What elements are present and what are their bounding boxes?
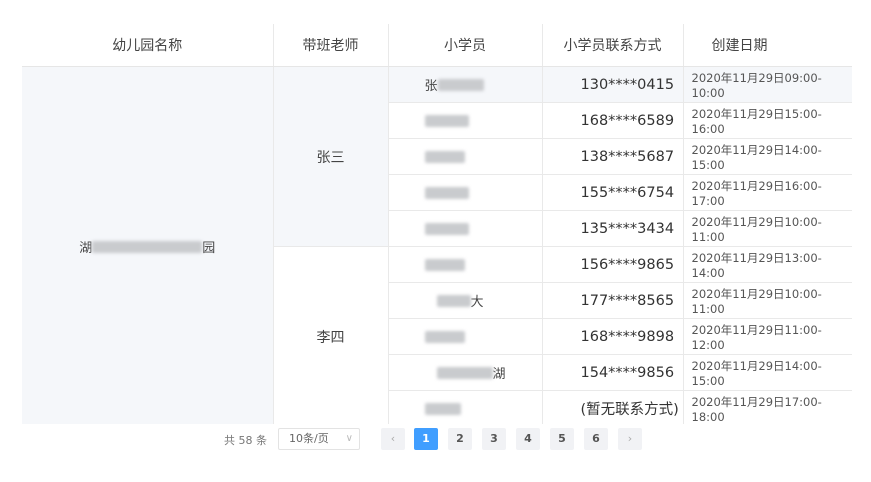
data-table-container: 幼儿园名称 带班老师 小学员 小学员联系方式 创建日期 湖园张三张 130****… [22,24,852,424]
pagination: 共 58 条 10条/页 ∨ ‹ 1 2 3 4 5 6 › [0,426,871,452]
created-date-cell: 2020年11月29日10:00-11:00 [683,282,852,319]
redacted-student-name [424,114,469,127]
student-phone-cell: 156****9865 [542,246,684,283]
page-button-6[interactable]: 6 [584,428,608,450]
student-phone-cell: 130****0415 [542,66,684,103]
redacted-student-name [424,186,469,199]
header-kindergarten[interactable]: 幼儿园名称 [22,24,274,67]
student-name-prefix: 张 [424,79,438,94]
created-date-cell: 2020年11月29日13:00-14:00 [683,246,852,283]
header-contact[interactable]: 小学员联系方式 [542,24,684,67]
student-name-cell [388,138,543,175]
student-table: 幼儿园名称 带班老师 小学员 小学员联系方式 创建日期 湖园张三张 130****… [22,24,852,424]
next-page-button[interactable]: › [618,428,642,450]
page-size-select[interactable]: 10条/页 ∨ [278,428,360,450]
redacted-student-name [436,294,471,307]
student-name-cell: 大 [388,282,543,319]
chevron-down-icon: ∨ [345,433,353,444]
kindergarten-name-suffix: 园 [202,241,216,256]
student-phone-cell: 138****5687 [542,138,684,175]
student-name-cell: 张 [388,66,543,103]
student-phone-cell: 155****6754 [542,174,684,211]
redacted-student-name [424,330,465,343]
page-button-5[interactable]: 5 [550,428,574,450]
kindergarten-name-cell: 湖园 [22,66,274,424]
student-phone-cell: 154****9856 [542,354,684,391]
created-date-cell: 2020年11月29日15:00-16:00 [683,102,852,139]
created-date-cell: 2020年11月29日11:00-12:00 [683,318,852,355]
header-created-date[interactable]: 创建日期 [683,24,852,67]
student-name-cell [388,174,543,211]
student-name-cell [388,210,543,247]
redacted-student-name [424,402,461,415]
prev-page-button[interactable]: ‹ [381,428,405,450]
created-date-cell: 2020年11月29日09:00-10:00 [683,66,852,103]
teacher-cell: 李四 [273,246,389,424]
redacted-kindergarten-name [92,240,203,253]
student-name-cell [388,390,543,424]
redacted-student-name [436,366,493,379]
teacher-cell: 张三 [273,66,389,247]
student-phone-cell: (暂无联系方式) [542,390,684,424]
created-date-cell: 2020年11月29日14:00-15:00 [683,354,852,391]
page-button-3[interactable]: 3 [482,428,506,450]
page-button-1[interactable]: 1 [414,428,438,450]
student-phone-cell: 135****3434 [542,210,684,247]
table-header-row: 幼儿园名称 带班老师 小学员 小学员联系方式 创建日期 [22,24,852,67]
table-body: 湖园张三张 130****0415 2020年11月29日09:00-10:00 16… [22,66,852,424]
student-name-cell: 湖 [388,354,543,391]
student-name-cell [388,246,543,283]
student-phone-cell: 168****9898 [542,318,684,355]
student-phone-cell: 177****8565 [542,282,684,319]
student-name-cell [388,102,543,139]
header-student[interactable]: 小学员 [388,24,543,67]
page-size-value: 10条/页 [289,432,329,445]
student-name-cell [388,318,543,355]
redacted-student-name [437,78,484,91]
kindergarten-name-prefix: 湖 [79,241,93,256]
created-date-cell: 2020年11月29日14:00-15:00 [683,138,852,175]
redacted-student-name [424,222,469,235]
student-phone-cell: 168****6589 [542,102,684,139]
table-row[interactable]: 湖园张三张 130****0415 2020年11月29日09:00-10:00 [22,66,852,424]
redacted-student-name [424,258,465,271]
header-teacher[interactable]: 带班老师 [273,24,389,67]
student-name-suffix: 大 [470,295,484,310]
page-button-2[interactable]: 2 [448,428,472,450]
created-date-cell: 2020年11月29日17:00-18:00 [683,390,852,424]
redacted-student-name [424,150,465,163]
page-button-4[interactable]: 4 [516,428,540,450]
created-date-cell: 2020年11月29日16:00-17:00 [683,174,852,211]
total-count: 共 58 条 [224,434,267,447]
created-date-cell: 2020年11月29日10:00-11:00 [683,210,852,247]
student-name-suffix: 湖 [492,367,506,382]
